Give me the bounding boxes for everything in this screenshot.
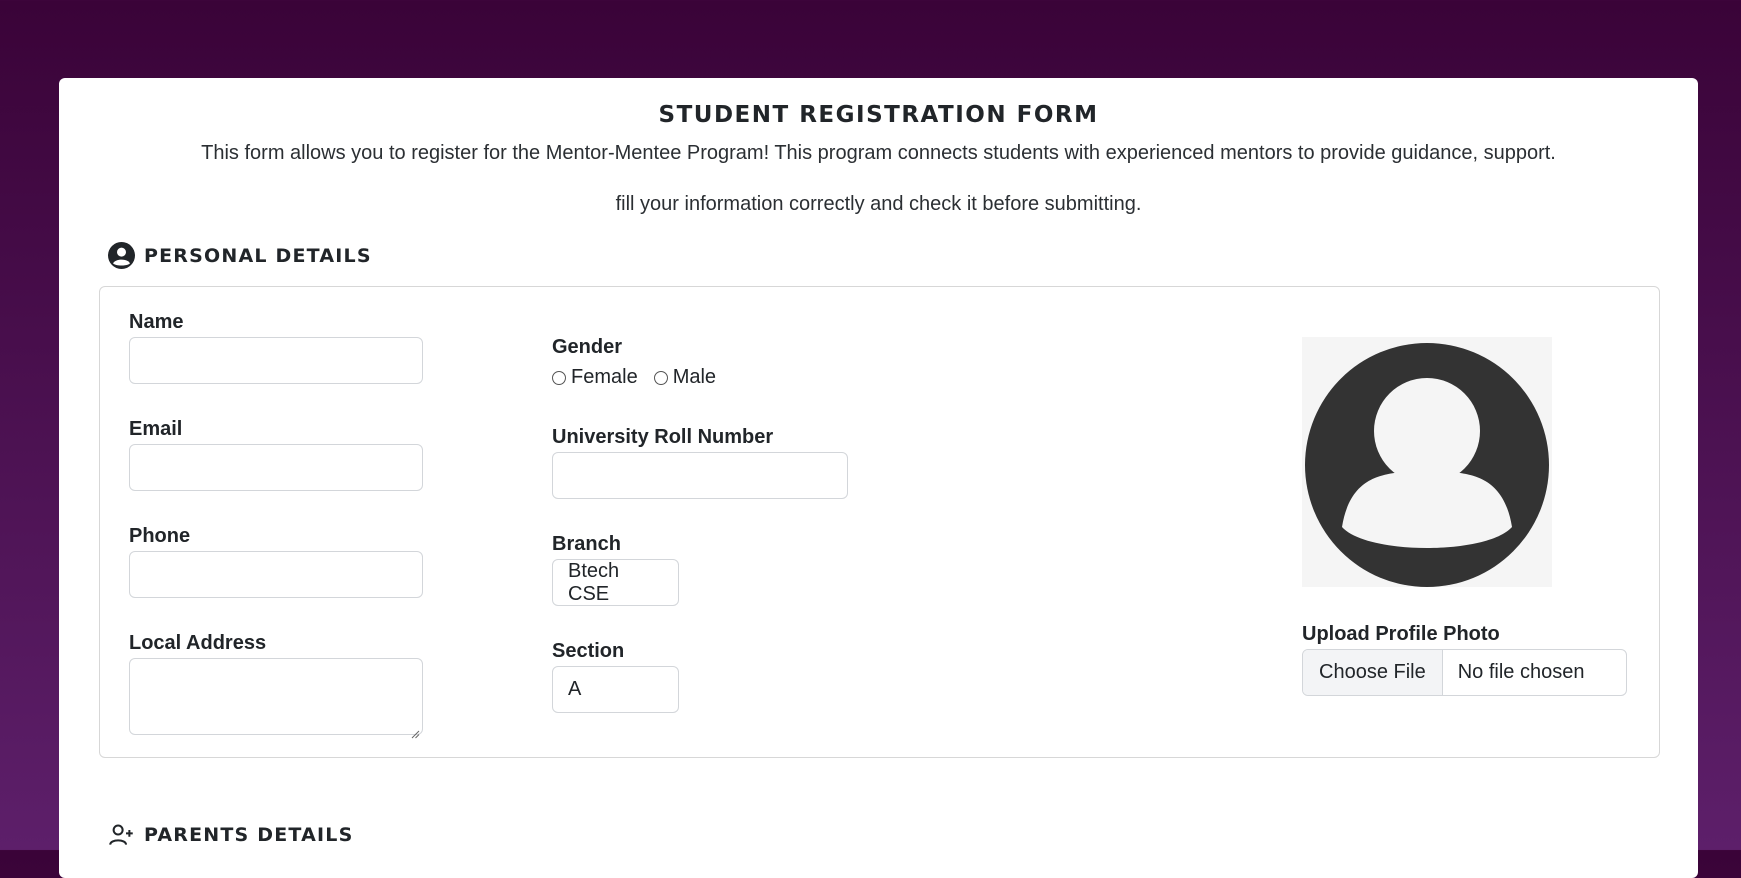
- registration-card: STUDENT REGISTRATION FORM This form allo…: [59, 78, 1698, 878]
- name-input[interactable]: [129, 337, 423, 384]
- gender-male-label[interactable]: Male: [673, 366, 716, 389]
- phone-input[interactable]: [129, 551, 423, 598]
- parents-details-heading: PARENTS DETAILS: [108, 821, 353, 848]
- local-address-label: Local Address: [129, 632, 267, 654]
- local-address-textarea[interactable]: [129, 658, 423, 739]
- form-title: STUDENT REGISTRATION FORM: [658, 102, 1099, 128]
- branch-label: Branch: [552, 533, 621, 555]
- branch-input[interactable]: Btech CSE: [552, 559, 679, 606]
- upload-photo-label: Upload Profile Photo: [1302, 623, 1500, 645]
- user-plus-icon: [108, 821, 135, 848]
- phone-label: Phone: [129, 525, 191, 547]
- roll-number-label: University Roll Number: [552, 426, 774, 448]
- parents-details-title: PARENTS DETAILS: [144, 823, 354, 846]
- name-label: Name: [129, 311, 184, 333]
- gender-male-radio[interactable]: [653, 370, 668, 385]
- email-input[interactable]: [129, 444, 423, 491]
- choose-file-button[interactable]: Choose File: [1303, 650, 1443, 695]
- roll-number-input[interactable]: [552, 452, 848, 499]
- user-circle-icon: [108, 242, 135, 269]
- resize-grip-icon[interactable]: [410, 722, 420, 739]
- profile-photo-preview: [1302, 337, 1552, 587]
- form-instruction: fill your information correctly and chec…: [615, 193, 1142, 215]
- form-description: This form allows you to register for the…: [201, 142, 1556, 164]
- personal-details-heading: PERSONAL DETAILS: [108, 242, 372, 269]
- gender-label: Gender: [552, 336, 623, 358]
- profile-photo-file-input[interactable]: Choose File No file chosen: [1302, 649, 1627, 696]
- gender-female-radio[interactable]: [552, 370, 566, 385]
- email-label: Email: [129, 418, 183, 440]
- file-status-text: No file chosen: [1457, 661, 1585, 683]
- profile-placeholder-icon: [1305, 343, 1549, 587]
- section-label: Section: [552, 640, 625, 662]
- personal-details-title: PERSONAL DETAILS: [144, 244, 372, 267]
- section-input[interactable]: A: [552, 666, 679, 713]
- personal-details-panel: Name Email Phone Local Address Gender Fe…: [99, 286, 1660, 758]
- gender-radio-group: Female Male: [552, 366, 716, 389]
- gender-female-label[interactable]: Female: [571, 366, 638, 389]
